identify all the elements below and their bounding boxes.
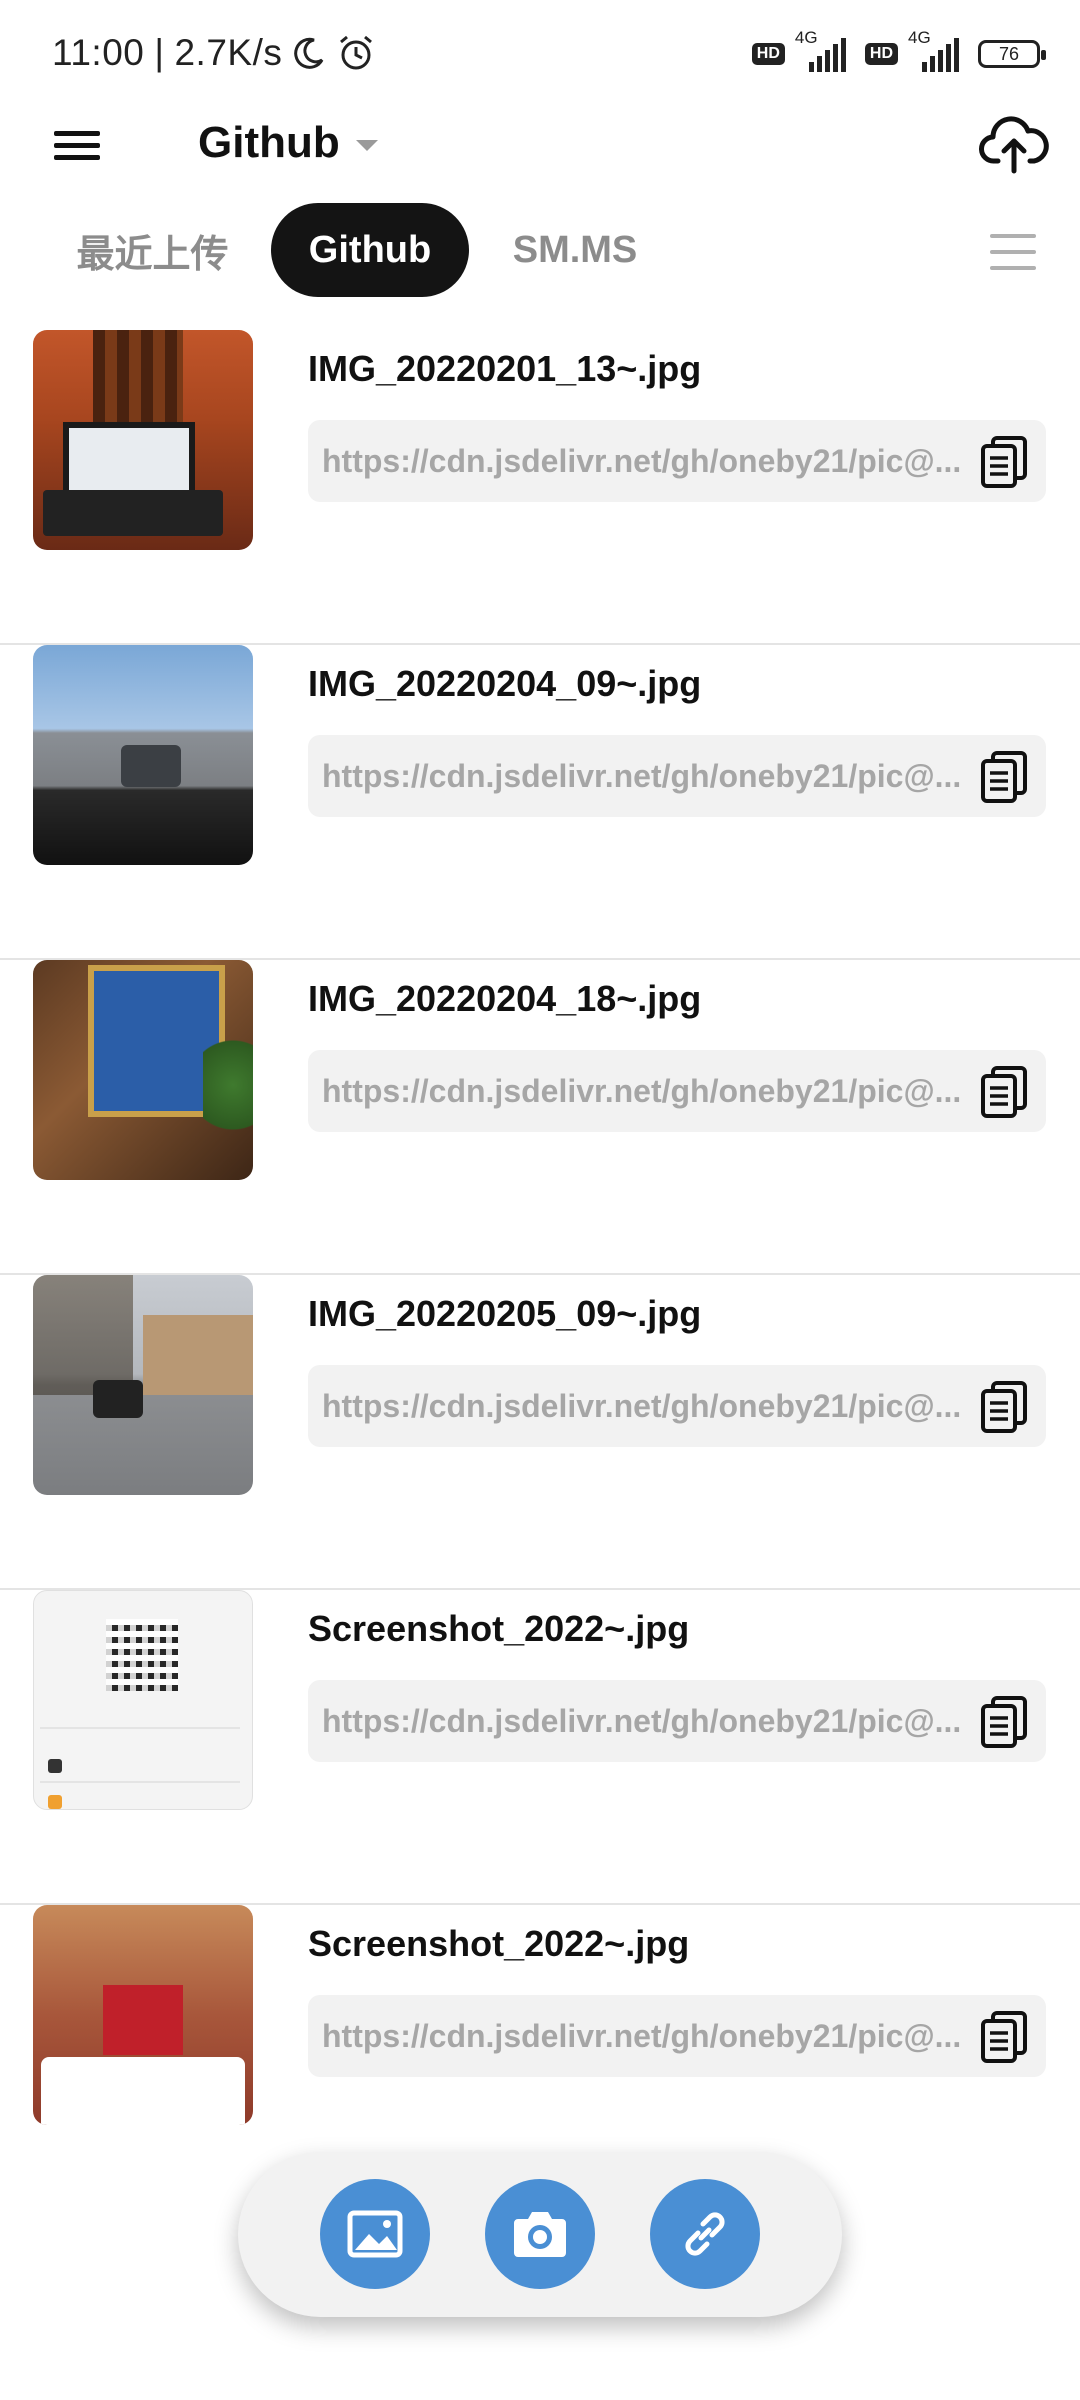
copy-icon[interactable] (980, 2011, 1028, 2063)
image-thumbnail[interactable] (33, 1275, 253, 1495)
tab-recent-label: 最近上传 (76, 233, 229, 276)
app-bar: Github (0, 105, 1080, 215)
copy-icon[interactable] (980, 1381, 1028, 1433)
copy-icon[interactable] (980, 1066, 1028, 1118)
url-field[interactable]: https://cdn.jsdelivr.net/gh/oneby21/pic@… (308, 420, 1046, 502)
url-field[interactable]: https://cdn.jsdelivr.net/gh/oneby21/pic@… (308, 1995, 1046, 2077)
tab-smms-label: SM.MS (512, 228, 638, 271)
hd-badge: HD (751, 43, 785, 65)
list-item[interactable]: IMG_20220204_09~.jpg https://cdn.jsdeliv… (0, 645, 1080, 960)
camera-icon (514, 2212, 566, 2257)
copy-icon[interactable] (980, 1696, 1028, 1748)
link-button[interactable] (650, 2179, 760, 2289)
copy-icon[interactable] (980, 751, 1028, 803)
image-list: IMG_20220201_13~.jpg https://cdn.jsdeliv… (0, 330, 1080, 2220)
status-separator: | (154, 32, 165, 73)
link-icon (685, 2212, 725, 2256)
status-left: 11:00 | 2.7K/s (52, 28, 376, 78)
battery-level: 76 (998, 43, 1020, 64)
tab-github[interactable]: Github (271, 203, 469, 297)
dropdown-caret-icon (355, 139, 378, 151)
image-icon (347, 2210, 403, 2258)
image-thumbnail[interactable] (33, 330, 253, 550)
alarm-icon (340, 35, 373, 70)
signal-icon: 4G (795, 28, 855, 74)
list-item[interactable]: Screenshot_2022~.jpg https://cdn.jsdeliv… (0, 1590, 1080, 1905)
file-name: IMG_20220201_13~.jpg (308, 348, 702, 389)
tab-bar: 最近上传 Github SM.MS (0, 200, 1080, 300)
hamburger-menu-icon[interactable] (50, 117, 106, 173)
tab-github-label: Github (308, 228, 432, 271)
hd-badge-2: HD (864, 43, 898, 65)
tab-recent[interactable]: 最近上传 (60, 203, 245, 297)
url-field[interactable]: https://cdn.jsdelivr.net/gh/oneby21/pic@… (308, 735, 1046, 817)
list-item[interactable]: IMG_20220201_13~.jpg https://cdn.jsdeliv… (0, 330, 1080, 645)
url-field[interactable]: https://cdn.jsdelivr.net/gh/oneby21/pic@… (308, 1050, 1046, 1132)
pick-image-button[interactable] (320, 2179, 430, 2289)
status-bar: 11:00 | 2.7K/s HD 4G HD 4G 76 (0, 0, 1080, 105)
file-name: Screenshot_2022~.jpg (308, 1923, 690, 1964)
status-right: HD 4G HD 4G 76 (751, 28, 1046, 78)
moon-icon (294, 37, 324, 69)
url-field[interactable]: https://cdn.jsdelivr.net/gh/oneby21/pic@… (308, 1680, 1046, 1762)
file-name: IMG_20220204_18~.jpg (308, 978, 702, 1019)
copy-icon[interactable] (980, 436, 1028, 488)
list-item[interactable]: IMG_20220205_09~.jpg https://cdn.jsdeliv… (0, 1275, 1080, 1590)
camera-button[interactable] (485, 2179, 595, 2289)
signal-icon-2: 4G (908, 28, 968, 74)
file-name: IMG_20220205_09~.jpg (308, 1293, 702, 1334)
image-url: https://cdn.jsdelivr.net/gh/oneby21/pic@… (322, 2018, 962, 2054)
file-name: Screenshot_2022~.jpg (308, 1608, 690, 1649)
image-url: https://cdn.jsdelivr.net/gh/oneby21/pic@… (322, 1073, 962, 1109)
battery-icon: 76 (978, 40, 1046, 68)
url-field[interactable]: https://cdn.jsdelivr.net/gh/oneby21/pic@… (308, 1365, 1046, 1447)
image-url: https://cdn.jsdelivr.net/gh/oneby21/pic@… (322, 758, 962, 794)
repo-selector[interactable]: Github (198, 115, 378, 171)
image-thumbnail[interactable] (33, 1905, 253, 2125)
list-item[interactable]: IMG_20220204_18~.jpg https://cdn.jsdeliv… (0, 960, 1080, 1275)
image-thumbnail[interactable] (33, 1590, 253, 1810)
action-bar (238, 2152, 842, 2317)
image-url: https://cdn.jsdelivr.net/gh/oneby21/pic@… (322, 443, 962, 479)
file-name: IMG_20220204_09~.jpg (308, 663, 702, 704)
cloud-upload-icon[interactable] (978, 107, 1050, 179)
image-thumbnail[interactable] (33, 645, 253, 865)
image-url: https://cdn.jsdelivr.net/gh/oneby21/pic@… (322, 1703, 962, 1739)
app-title: Github (198, 118, 340, 167)
image-url: https://cdn.jsdelivr.net/gh/oneby21/pic@… (322, 1388, 962, 1424)
status-net-speed: 2.7K/s (174, 32, 283, 73)
tab-smms[interactable]: SM.MS (495, 203, 655, 297)
image-thumbnail[interactable] (33, 960, 253, 1180)
status-time: 11:00 (52, 32, 145, 73)
tabs-menu-icon[interactable] (990, 232, 1036, 272)
